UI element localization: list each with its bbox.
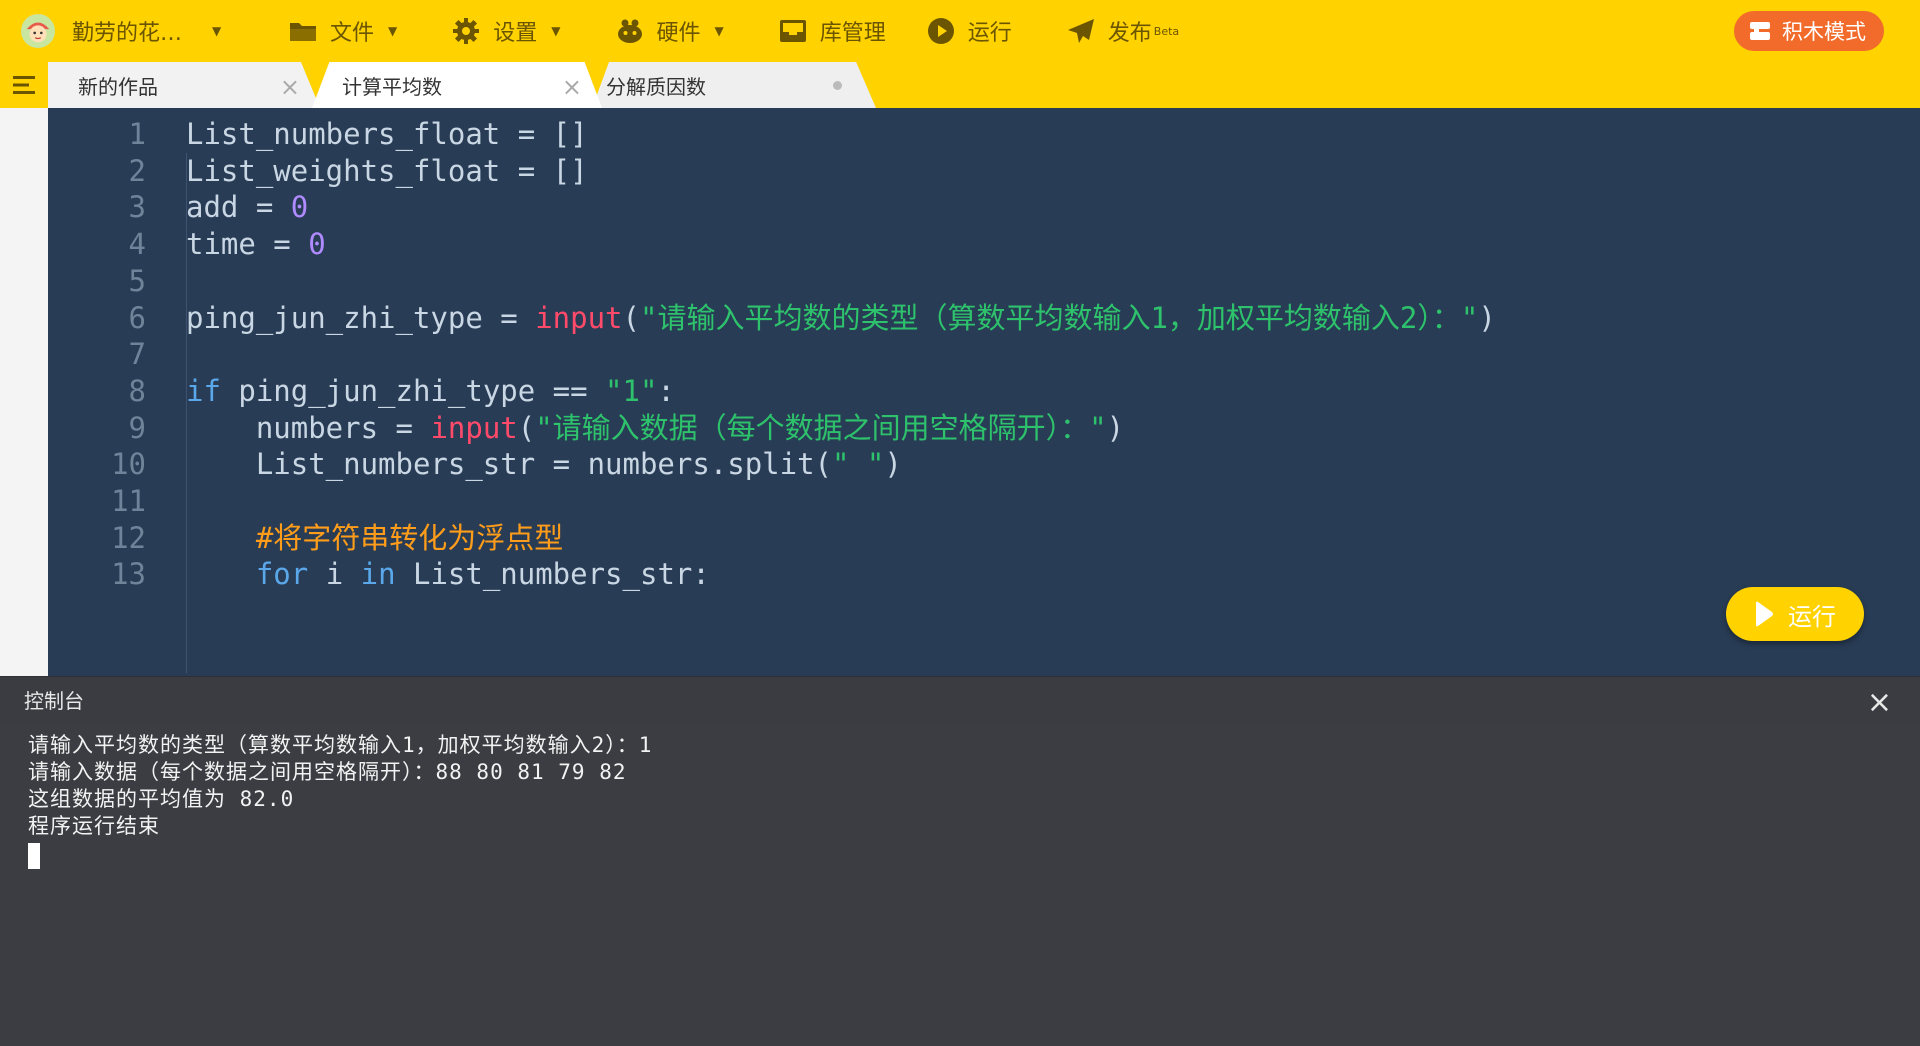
tab-bar: 新的作品 × 分解质因数 计算平均数 × xyxy=(0,62,1920,108)
chevron-down-icon: ▼ xyxy=(388,24,398,38)
menu-file[interactable]: 文件 ▼ xyxy=(268,0,417,62)
menu-file-label: 文件 xyxy=(330,21,375,46)
menu-publish-label: 发布 xyxy=(1107,21,1152,46)
menu-publish[interactable]: 发布 Beta xyxy=(1046,0,1199,62)
beta-badge: Beta xyxy=(1153,24,1180,38)
avatar xyxy=(18,11,58,51)
tab-label: 计算平均数 xyxy=(342,74,442,99)
console-line: 请输入数据（每个数据之间用空格隔开）：88 80 81 79 82 xyxy=(28,760,627,784)
menu-hardware-label: 硬件 xyxy=(656,21,701,46)
console-output[interactable]: 请输入平均数的类型（算数平均数输入1，加权平均数输入2）：1 请输入数据（每个数… xyxy=(0,722,1920,1046)
tab-label: 新的作品 xyxy=(78,74,158,99)
tab-calculate-average[interactable]: 计算平均数 × xyxy=(312,62,602,108)
close-icon[interactable]: × xyxy=(280,73,300,101)
inbox-icon xyxy=(778,16,808,46)
avatar-image-icon xyxy=(21,14,55,48)
chevron-down-icon: ▼ xyxy=(551,24,561,38)
code-line[interactable]: 13 for i in List_numbers_str: xyxy=(48,552,1920,597)
user-menu[interactable]: 勤劳的花… ▼ xyxy=(18,11,238,51)
console-line: 请输入平均数的类型（算数平均数输入1，加权平均数输入2）：1 xyxy=(28,733,653,757)
gear-icon xyxy=(451,16,481,46)
menu-library-label: 库管理 xyxy=(819,21,886,46)
block-mode-label: 积木模式 xyxy=(1782,20,1866,44)
tab-prime-factorization[interactable]: 分解质因数 xyxy=(592,62,876,108)
close-icon[interactable]: × xyxy=(562,73,582,101)
console-cursor xyxy=(28,843,40,869)
menu-settings-label: 设置 xyxy=(493,21,538,46)
console-line: 程序运行结束 xyxy=(28,814,160,838)
menu-run-label: 运行 xyxy=(967,21,1012,46)
robot-icon xyxy=(615,16,645,46)
console-title: 控制台 xyxy=(24,689,84,713)
menu-settings[interactable]: 设置 ▼ xyxy=(431,0,580,62)
console-line: 这组数据的平均值为 82.0 xyxy=(28,787,295,811)
unsaved-dot-icon[interactable] xyxy=(833,81,842,90)
username: 勤劳的花… xyxy=(72,21,183,46)
menu-run[interactable]: 运行 xyxy=(906,0,1032,62)
tab-new-work[interactable]: 新的作品 × xyxy=(48,62,320,108)
play-circle-icon xyxy=(926,16,956,46)
block-mode-button[interactable]: 积木模式 xyxy=(1734,11,1884,51)
code-text: for i in List_numbers_str: xyxy=(255,557,710,592)
console-header: 控制台 × xyxy=(0,676,1920,722)
blocks-icon xyxy=(1748,19,1772,43)
sidebar-toggle-button[interactable] xyxy=(0,62,48,108)
folder-icon xyxy=(288,16,318,46)
chevron-down-icon: ▼ xyxy=(714,24,724,38)
main-menu: 文件 ▼ 设置 ▼ 硬件 ▼ 库管理 运行 发布 Beta xyxy=(238,0,1199,62)
menu-library[interactable]: 库管理 xyxy=(758,0,906,62)
top-menu-bar: 勤劳的花… ▼ 文件 ▼ 设置 ▼ 硬件 ▼ 库管理 运行 发布 Beta 积木… xyxy=(0,0,1920,62)
line-number: 13 xyxy=(111,557,146,592)
close-icon[interactable]: × xyxy=(1867,685,1892,720)
hamburger-icon xyxy=(13,76,35,94)
editor-left-strip xyxy=(0,108,48,676)
chevron-down-icon: ▼ xyxy=(212,24,222,38)
run-button-label: 运行 xyxy=(1788,602,1836,631)
run-floating-button[interactable]: 运行 xyxy=(1726,587,1864,641)
code-editor[interactable]: 1 List_numbers_float = [] 2 List_weights_fl… xyxy=(48,108,1920,676)
tab-label: 分解质因数 xyxy=(606,74,706,99)
play-icon xyxy=(1756,601,1773,627)
menu-hardware[interactable]: 硬件 ▼ xyxy=(595,0,744,62)
paper-plane-icon xyxy=(1066,16,1096,46)
